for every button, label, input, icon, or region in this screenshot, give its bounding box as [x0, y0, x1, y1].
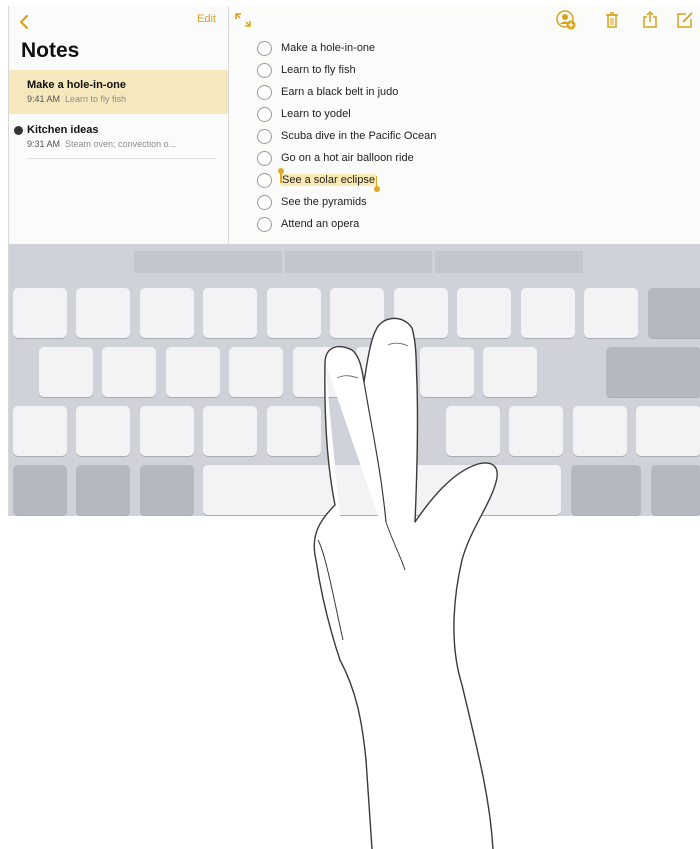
checklist-item[interactable]: Scuba dive in the Pacific Ocean	[257, 125, 436, 147]
return-key[interactable]	[606, 347, 700, 397]
selection-handle-start[interactable]	[278, 168, 284, 183]
keyboard-key[interactable]	[140, 406, 194, 456]
note-meta: 9:41 AM Learn to fly fish	[27, 94, 126, 104]
checklist-item-text: See the pyramids	[281, 196, 367, 208]
checklist-item-text: See a solar eclipse	[282, 174, 375, 186]
keyboard-key[interactable]	[446, 406, 500, 456]
notes-sidebar: Edit Notes Make a hole-in-one 9:41 AM Lea…	[9, 6, 229, 244]
note-title: Kitchen ideas	[27, 124, 99, 136]
shift-key[interactable]	[636, 406, 700, 456]
checklist-item-text: Go on a hot air balloon ride	[281, 152, 414, 164]
keyboard-key[interactable]	[267, 406, 321, 456]
keyboard-key[interactable]	[76, 406, 130, 456]
checklist-item-text: Learn to yodel	[281, 108, 351, 120]
keyboard-key[interactable]	[140, 288, 194, 338]
space-bar[interactable]	[203, 465, 561, 515]
checkbox[interactable]	[257, 172, 272, 188]
note-preview: Learn to fly fish	[65, 94, 127, 104]
checkbox[interactable]	[257, 150, 272, 166]
keyboard-key[interactable]	[76, 288, 130, 338]
note-meta: 9:31 AM Steam oven; convection o...	[27, 139, 176, 149]
checkbox[interactable]	[257, 128, 272, 144]
dictation-key[interactable]	[140, 465, 194, 515]
checklist-item-selected[interactable]: See a solar eclipse	[257, 168, 436, 192]
note-time: 9:41 AM	[27, 94, 61, 104]
keyboard-key[interactable]	[509, 406, 563, 456]
keyboard-key[interactable]	[13, 406, 67, 456]
numbers-key[interactable]	[13, 465, 67, 515]
keyboard-key[interactable]	[229, 347, 283, 397]
checkbox[interactable]	[257, 62, 272, 78]
checkbox[interactable]	[257, 84, 272, 100]
keyboard-key[interactable]	[203, 406, 257, 456]
checklist-item[interactable]: Learn to fly fish	[257, 59, 436, 81]
checklist-item-text: Scuba dive in the Pacific Ocean	[281, 130, 437, 142]
keyboard-key[interactable]	[457, 288, 511, 338]
keyboard-key[interactable]	[584, 288, 638, 338]
trash-icon[interactable]	[602, 10, 622, 30]
suggestion-slot[interactable]	[134, 251, 282, 273]
checklist-item[interactable]: Attend an opera	[257, 213, 436, 235]
chevron-left-icon[interactable]	[15, 12, 35, 32]
checklist-item[interactable]: Go on a hot air balloon ride	[257, 147, 436, 169]
suggestion-slot[interactable]	[285, 251, 432, 273]
keyboard-key[interactable]	[483, 347, 537, 397]
selection-handle-end[interactable]	[373, 176, 380, 192]
suggestion-slot[interactable]	[435, 251, 583, 273]
compose-icon[interactable]	[675, 10, 695, 30]
hide-keyboard-key[interactable]	[651, 465, 700, 515]
keyboard-key[interactable]	[573, 406, 627, 456]
expand-arrows-icon[interactable]	[235, 13, 251, 27]
delete-key[interactable]	[648, 288, 700, 338]
onscreen-keyboard	[9, 244, 700, 516]
ipad-screen: Edit Notes Make a hole-in-one 9:41 AM Lea…	[8, 6, 700, 516]
keyboard-key[interactable]	[293, 347, 347, 397]
page-title: Notes	[21, 39, 80, 62]
checklist-item-text: Attend an opera	[281, 218, 360, 230]
keyboard-key[interactable]	[420, 347, 474, 397]
note-list-item[interactable]: Make a hole-in-one 9:41 AM Learn to fly f…	[9, 70, 228, 114]
checklist-item-text: Make a hole-in-one	[281, 42, 376, 54]
note-editor: Make a hole-in-one Learn to fly fish Ear…	[229, 6, 700, 244]
keyboard-key[interactable]	[13, 288, 67, 338]
keyboard-key[interactable]	[330, 288, 384, 338]
checklist-item[interactable]: See the pyramids	[257, 191, 436, 213]
checklist-item[interactable]: Earn a black belt in judo	[257, 81, 436, 103]
checklist-item-text: Learn to fly fish	[281, 64, 356, 76]
divider	[27, 158, 216, 159]
share-icon[interactable]	[640, 10, 660, 30]
keyboard-key[interactable]	[521, 288, 575, 338]
note-time: 9:31 AM	[27, 139, 61, 149]
checklist-item[interactable]: Make a hole-in-one	[257, 37, 436, 59]
checklist-item-text: Earn a black belt in judo	[281, 86, 399, 98]
keyboard-key[interactable]	[166, 347, 220, 397]
checkbox[interactable]	[257, 40, 272, 56]
add-person-icon[interactable]	[556, 10, 576, 30]
edit-button[interactable]: Edit	[197, 13, 216, 25]
checkbox[interactable]	[257, 194, 272, 210]
checkbox[interactable]	[257, 216, 272, 232]
note-title: Make a hole-in-one	[27, 79, 127, 91]
numbers-key[interactable]	[571, 465, 641, 515]
keyboard-key[interactable]	[394, 288, 448, 338]
keyboard-key[interactable]	[203, 288, 257, 338]
globe-key[interactable]	[76, 465, 130, 515]
checklist-item[interactable]: Learn to yodel	[257, 103, 436, 125]
note-list-item[interactable]: Kitchen ideas 9:31 AM Steam oven; convect…	[9, 115, 228, 159]
text-selection[interactable]: See a solar eclipse	[278, 168, 380, 192]
shared-person-icon	[14, 126, 23, 135]
keyboard-key[interactable]	[39, 347, 93, 397]
note-preview: Steam oven; convection o...	[65, 139, 177, 149]
checklist: Make a hole-in-one Learn to fly fish Ear…	[257, 37, 436, 235]
checkbox[interactable]	[257, 106, 272, 122]
keyboard-key[interactable]	[356, 347, 410, 397]
keyboard-key[interactable]	[102, 347, 156, 397]
keyboard-key[interactable]	[267, 288, 321, 338]
